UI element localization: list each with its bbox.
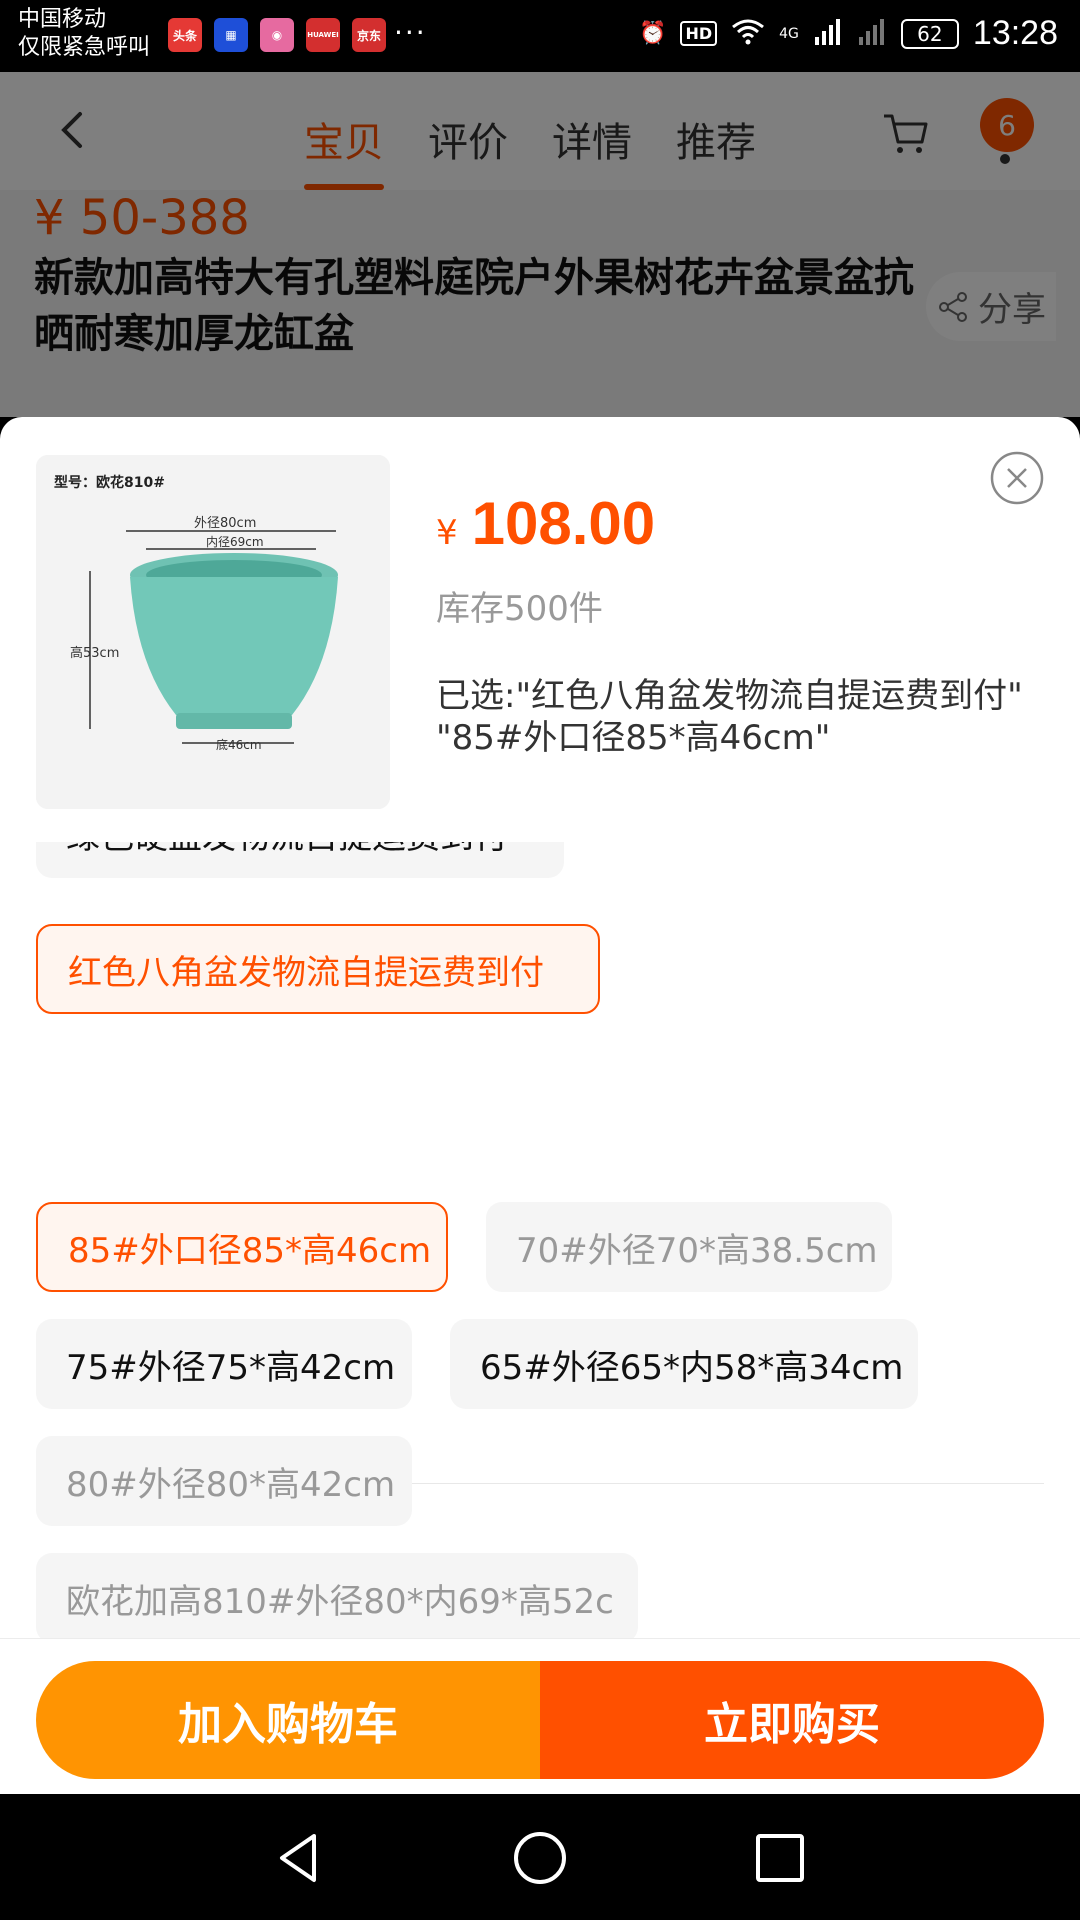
- battery-icon: 62: [900, 18, 959, 49]
- carrier-name: 中国移动: [18, 7, 107, 32]
- nav-recents-button[interactable]: [750, 1828, 810, 1888]
- image-inner-label: 内径69cm: [206, 535, 264, 549]
- product-thumbnail[interactable]: 型号：欧花810# 外径80cm 内径69cm 高53cm 底46cm: [36, 455, 390, 809]
- network-type: 4G: [779, 25, 799, 42]
- currency-symbol: ¥: [436, 513, 458, 553]
- selected-price: ¥ 108.00: [436, 489, 655, 558]
- alarm-icon: ⏰: [639, 21, 667, 46]
- emergency-only: 仅限紧急呼叫: [18, 35, 151, 60]
- flower-pot-image: 型号：欧花810# 外径80cm 内径69cm 高53cm 底46cm: [36, 455, 390, 809]
- buy-now-button[interactable]: 立即购买: [540, 1661, 1044, 1779]
- image-model-label: 型号：欧花810#: [54, 474, 165, 491]
- notification-icons: 头条 ▦ ◉ HUAWEI 京东: [168, 18, 386, 52]
- hd-icon: HD: [680, 21, 718, 46]
- clock: 13:28: [972, 14, 1058, 52]
- close-button[interactable]: [990, 451, 1044, 505]
- price-amount: 108.00: [471, 490, 656, 557]
- sku-selection-sheet: 型号：欧花810# 外径80cm 内径69cm 高53cm 底46cm ¥ 10…: [0, 417, 1080, 1794]
- close-icon: [990, 451, 1044, 505]
- bottom-action-bar: 加入购物车 立即购买: [0, 1638, 1080, 1794]
- carrier-info: 中国移动 仅限紧急呼叫: [18, 6, 150, 62]
- square-recents-icon: [756, 1834, 804, 1882]
- wifi-icon: [731, 17, 765, 51]
- color-option-selected[interactable]: 红色八角盆发物流自提运费到付: [36, 924, 600, 1014]
- signal-icon: [813, 17, 843, 51]
- more-notifications-icon: ···: [394, 16, 427, 49]
- signal-icon-2: [857, 17, 887, 51]
- system-nav-bar: [0, 1794, 1080, 1920]
- circle-home-icon: [514, 1832, 566, 1884]
- size-option-4[interactable]: 65#外径65*内58*高34cm: [450, 1319, 918, 1409]
- image-base-label: 底46cm: [216, 737, 262, 752]
- selected-summary: 已选:"红色八角盆发物流自提运费到付" "85#外口径85*高46cm": [436, 676, 1023, 758]
- huawei-icon: HUAWEI: [306, 18, 340, 52]
- image-height-label: 高53cm: [70, 645, 119, 661]
- size-option-2[interactable]: 70#外径70*高38.5cm: [486, 1202, 892, 1292]
- size-option-3[interactable]: 75#外径75*高42cm: [36, 1319, 412, 1409]
- size-option-5[interactable]: 80#外径80*高42cm: [36, 1436, 412, 1526]
- color-option[interactable]: 绿色硬盆发物流自提运费到付: [36, 842, 564, 878]
- add-to-cart-button[interactable]: 加入购物车: [36, 1661, 540, 1779]
- size-option-6[interactable]: 欧花加高810#外径80*内69*高52c: [36, 1553, 638, 1643]
- jd-icon: 京东: [352, 18, 386, 52]
- modal-overlay[interactable]: [0, 72, 1080, 417]
- keyboard-icon: ▦: [214, 18, 248, 52]
- status-indicators: ⏰ HD 4G 62 13:28: [639, 14, 1058, 53]
- camera-app-icon: ◉: [260, 18, 294, 52]
- toutiao-icon: 头条: [168, 18, 202, 52]
- triangle-back-icon: [280, 1834, 316, 1882]
- status-bar: 中国移动 仅限紧急呼叫 头条 ▦ ◉ HUAWEI 京东 ··· ⏰ HD 4G…: [0, 0, 1080, 72]
- image-outer-label: 外径80cm: [194, 516, 256, 531]
- size-option-1[interactable]: 85#外口径85*高46cm: [36, 1202, 448, 1292]
- nav-back-button[interactable]: [270, 1828, 330, 1888]
- nav-home-button[interactable]: [510, 1828, 570, 1888]
- stock-count: 库存500件: [436, 589, 603, 629]
